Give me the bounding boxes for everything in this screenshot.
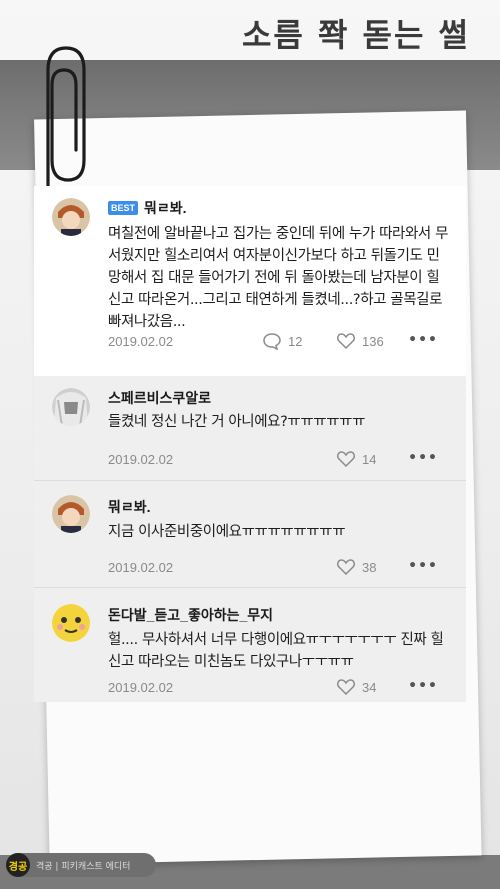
best-comment: BEST 뭐ㄹ봐. 며칠전에 알바끝나고 집가는 중인데 뒤에 누가 따라와서 … — [34, 186, 466, 376]
heart-icon — [337, 679, 355, 696]
avatar[interactable] — [52, 388, 90, 426]
comment-date: 2019.02.02 — [108, 452, 174, 467]
paperclip-icon — [46, 46, 86, 192]
like-button[interactable]: 38 — [336, 558, 376, 576]
reply-count-button[interactable]: 12 — [262, 332, 302, 350]
comment-author[interactable]: 뭐ㄹ봐. — [144, 198, 187, 218]
reply-count: 12 — [288, 333, 303, 349]
source-credit: 경공 격공 | 피키캐스트 에디터 — [6, 853, 156, 877]
like-button[interactable]: 34 — [336, 678, 376, 696]
more-options-button[interactable]: ••• — [408, 332, 438, 348]
comment-date: 2019.02.02 — [108, 560, 174, 575]
heart-icon — [337, 451, 355, 468]
best-badge: BEST — [108, 201, 138, 215]
like-button[interactable]: 136 — [336, 332, 384, 350]
heart-icon — [337, 559, 355, 576]
more-options-button[interactable]: ••• — [408, 678, 438, 694]
page-title: 소름 쫙 돋는 썰 — [241, 16, 470, 54]
app-logo: 경공 — [6, 853, 30, 877]
reply-comment: 뭐ㄹ봐. 지금 이사준비중이에요ㅠㅠㅠㅠㅠㅠㅠㅠ 2019.02.02 38 •… — [34, 481, 466, 588]
avatar[interactable] — [52, 495, 90, 533]
like-count: 136 — [362, 333, 384, 349]
credit-caption: 격공 | 피키캐스트 에디터 — [36, 861, 131, 872]
like-button[interactable]: 14 — [336, 450, 376, 468]
comment-date: 2019.02.02 — [108, 334, 174, 349]
heart-icon — [337, 333, 355, 350]
reply-comment: 돈다발_듣고_좋아하는_무지 헐.... 무사하셔서 너무 다행이에요ㅠㅜㅜㅜㅜ… — [34, 588, 466, 702]
like-count: 14 — [362, 451, 377, 467]
comment-text: 지금 이사준비중이에요ㅠㅠㅠㅠㅠㅠㅠㅠ — [108, 524, 346, 540]
like-count: 34 — [362, 679, 377, 695]
comment-text: 며칠전에 알바끝나고 집가는 중인데 뒤에 누가 따라와서 무서웠지만 힐소리여… — [108, 226, 449, 330]
avatar[interactable] — [52, 198, 90, 236]
comment-author[interactable]: 스페르비스쿠알로 — [108, 388, 211, 408]
avatar[interactable] — [52, 604, 90, 642]
comment-author[interactable]: 뭐ㄹ봐. — [108, 497, 151, 517]
like-count: 38 — [362, 559, 377, 575]
comment-list: BEST 뭐ㄹ봐. 며칠전에 알바끝나고 집가는 중인데 뒤에 누가 따라와서 … — [34, 186, 466, 702]
comment-author[interactable]: 돈다발_듣고_좋아하는_무지 — [108, 605, 273, 625]
comment-date: 2019.02.02 — [108, 680, 174, 695]
comment-text: 들켰네 정신 나간 거 아니에요?ㅠㅠㅠㅠㅠㅠ — [108, 414, 366, 430]
more-options-button[interactable]: ••• — [408, 558, 438, 574]
more-options-button[interactable]: ••• — [408, 450, 438, 466]
reply-comment: 스페르비스쿠알로 들켰네 정신 나간 거 아니에요?ㅠㅠㅠㅠㅠㅠ 2019.02… — [34, 376, 466, 481]
speech-bubble-icon — [263, 333, 281, 350]
comment-text: 헐.... 무사하셔서 너무 다행이에요ㅠㅜㅜㅜㅜㅜㅜ 진짜 힐신고 따라오는 … — [108, 632, 444, 670]
